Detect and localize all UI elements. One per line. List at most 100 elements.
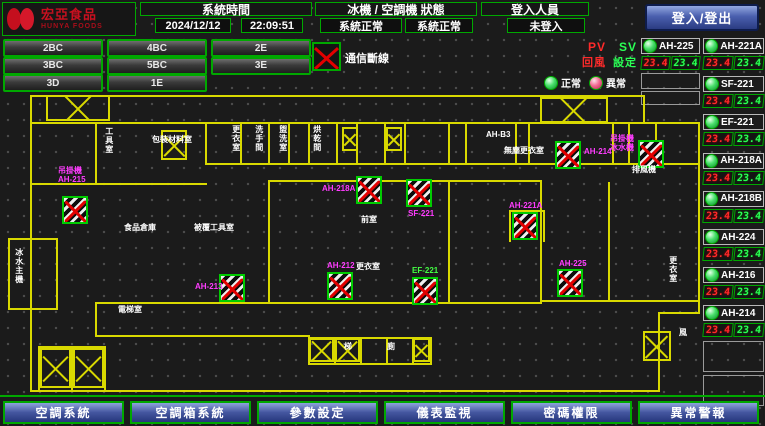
nav-button[interactable]: 密碼權限 — [511, 401, 632, 424]
nav-button[interactable]: 空調系統 — [3, 401, 124, 424]
nav-button[interactable]: 異常警報 — [638, 401, 759, 424]
wall-segment — [268, 122, 270, 165]
nav-button[interactable]: 儀表監視 — [384, 401, 505, 424]
wall-segment — [30, 183, 207, 185]
unit-values: 23.4 23.4 — [641, 56, 700, 70]
unit-comm-loss-marker[interactable] — [557, 269, 583, 297]
unit-title[interactable]: EF-221 — [703, 114, 764, 130]
login-logout-button[interactable]: 登入/登出 — [645, 4, 759, 31]
unit-status-led-icon — [705, 77, 719, 91]
unit-sv-value: 23.4 — [733, 132, 764, 146]
floor-select-button[interactable]: 3D — [3, 74, 103, 92]
wall-segment — [465, 122, 467, 165]
wall-segment — [698, 122, 700, 314]
unit-map-label[interactable]: AH-221A — [509, 201, 542, 210]
unit-name: AH-218A — [720, 155, 762, 166]
wall-segment — [509, 210, 511, 242]
unit-comm-loss-marker[interactable] — [412, 277, 438, 305]
floor-select-button[interactable]: 3BC — [3, 57, 103, 75]
unit-map-label[interactable]: AH-212 — [327, 261, 355, 270]
system-time-label: 系統時間 — [140, 2, 312, 16]
unit-map-label[interactable]: SF-221 — [408, 209, 434, 218]
unit-title[interactable]: AH-221A — [703, 38, 764, 54]
unit-status-led-icon — [705, 115, 719, 129]
unit-map-label[interactable]: 吊掛機 AH-215 — [58, 166, 86, 184]
wall-segment — [56, 238, 58, 310]
stairs-hatch-icon — [342, 127, 358, 151]
unit-sv-value: 23.4 — [670, 56, 700, 70]
room-label: 廁 — [387, 343, 395, 352]
room-label: 無塵更衣室 — [504, 147, 544, 156]
floor-select-button[interactable]: 2BC — [3, 39, 103, 57]
stairs-hatch-icon — [309, 338, 334, 362]
room-label: 食品倉庫 — [124, 224, 156, 233]
unit-values: 23.4 23.4 — [703, 247, 764, 261]
stairs-hatch-icon — [413, 338, 430, 362]
room-label: AH-B3 — [486, 131, 510, 140]
unit-pv-value: 23.4 — [702, 171, 733, 185]
unit-comm-loss-marker[interactable] — [356, 176, 382, 204]
unit-title[interactable]: AH-218B — [703, 191, 764, 207]
room-label: 工具室 — [104, 127, 113, 154]
company-logo: 宏亞食品 HUNYA FOODS — [2, 2, 136, 36]
unit-comm-loss-marker[interactable] — [638, 140, 664, 168]
login-person-label: 登入人員 — [481, 2, 589, 16]
unit-sv-value: 23.4 — [733, 56, 764, 70]
wall-segment — [308, 122, 310, 165]
floor-select-button[interactable]: 3E — [211, 57, 311, 75]
unit-map-label[interactable]: AH-213 — [195, 282, 223, 291]
wall-segment — [543, 210, 545, 242]
wall-segment — [268, 180, 270, 304]
wall-segment — [95, 302, 542, 304]
wall-segment — [205, 163, 700, 165]
unit-map-label[interactable]: AH-225 — [559, 259, 587, 268]
room-label: 冰水主機 — [14, 248, 23, 284]
nav-button[interactable]: 參數設定 — [257, 401, 378, 424]
room-label: 電梯室 — [118, 306, 146, 315]
pv-row-label: 回風 — [582, 54, 606, 70]
floor-select-button[interactable]: 1E — [107, 74, 207, 92]
floor-select-button[interactable]: 4BC — [107, 39, 207, 57]
unit-map-label[interactable]: AH-218A — [322, 184, 355, 193]
unit-pv-value: 23.4 — [702, 132, 733, 146]
unit-comm-loss-marker[interactable] — [62, 196, 88, 224]
floor-select-button[interactable]: 2E — [211, 39, 311, 57]
unit-name: AH-214 — [721, 308, 755, 319]
unit-title[interactable]: AH-216 — [703, 267, 764, 283]
wall-segment — [95, 302, 97, 337]
wall-segment — [104, 346, 106, 390]
abnormal-led-icon — [589, 76, 603, 90]
unit-status-led-icon — [643, 39, 657, 53]
unit-comm-loss-marker[interactable] — [327, 272, 353, 300]
room-label: 盥洗室 — [278, 125, 287, 152]
unit-title[interactable]: AH-214 — [703, 305, 764, 321]
unit-title[interactable]: AH-218A — [703, 153, 764, 169]
unit-comm-loss-marker[interactable] — [406, 179, 432, 207]
unit-sv-value: 23.4 — [733, 171, 764, 185]
unit-map-label[interactable]: AH-214 — [584, 147, 612, 156]
wall-segment — [336, 122, 338, 165]
floor-select-button[interactable]: 5BC — [107, 57, 207, 75]
logo-subtitle: HUNYA FOODS — [41, 23, 103, 30]
unit-title[interactable]: AH-224 — [703, 229, 764, 245]
unit-comm-loss-marker[interactable] — [512, 212, 538, 240]
stairs-hatch-icon — [643, 331, 671, 361]
unit-name: EF-221 — [721, 117, 754, 128]
unit-pv-value: 23.4 — [702, 247, 733, 261]
unit-title[interactable]: SF-221 — [703, 76, 764, 92]
room-label: 烘乾間 — [312, 125, 321, 152]
unit-comm-loss-marker[interactable] — [555, 141, 581, 169]
unit-status-led-icon — [705, 154, 718, 168]
wall-segment — [8, 308, 58, 310]
unit-name: AH-218B — [720, 193, 762, 204]
unit-map-label[interactable]: EF-221 — [412, 266, 438, 275]
machine-status-label: 冰機 / 空調機 狀態 — [315, 2, 477, 16]
nav-button[interactable]: 空調箱系統 — [130, 401, 251, 424]
pv-label: PV — [588, 40, 606, 54]
unit-title[interactable]: AH-225 — [641, 38, 700, 54]
unit-map-label[interactable]: 吊掛機 冰水機 — [610, 134, 634, 152]
unit-sv-value: 23.4 — [733, 285, 764, 299]
stairs-hatch-icon — [46, 95, 110, 121]
unit-values: 23.4 23.4 — [703, 94, 764, 108]
wall-segment — [608, 182, 610, 300]
